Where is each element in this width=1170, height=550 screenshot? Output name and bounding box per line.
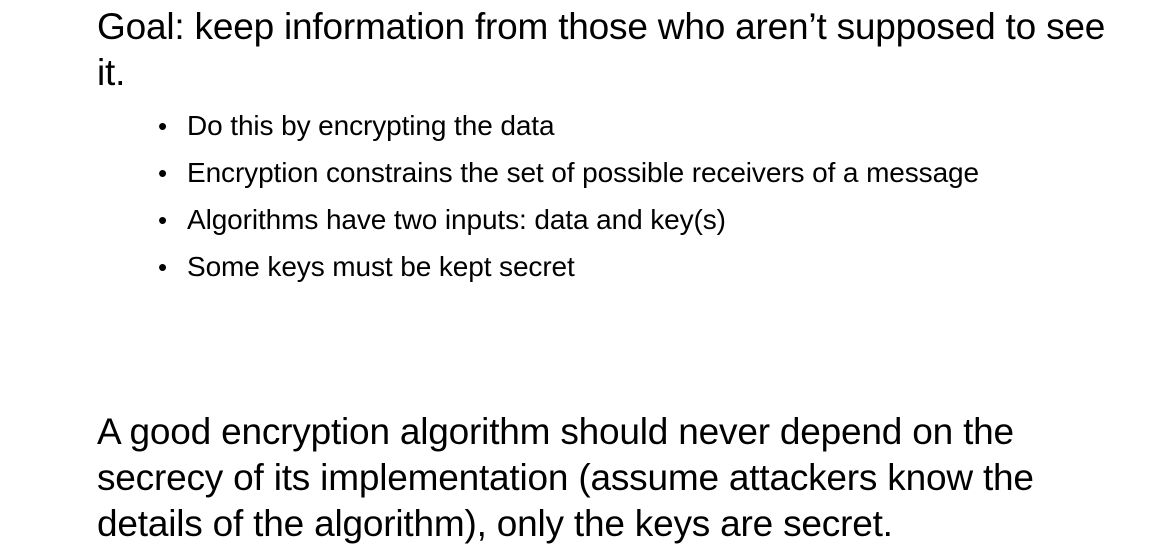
conclusion-statement: A good encryption algorithm should never…	[97, 411, 1034, 544]
slide-canvas: Goal: keep information from those who ar…	[0, 0, 1170, 550]
bullet-item: • Do this by encrypting the data	[158, 106, 1060, 146]
bullet-marker: •	[158, 252, 168, 282]
bullet-item: • Some keys must be kept secret	[158, 247, 1060, 287]
bullet-text: Some keys must be kept secret	[187, 251, 575, 282]
goal-statement: Goal: keep information from those who ar…	[97, 6, 1106, 93]
bullet-text: Algorithms have two inputs: data and key…	[187, 204, 726, 235]
bullet-item: • Encryption constrains the set of possi…	[158, 153, 1060, 193]
bullet-marker: •	[158, 111, 168, 141]
bullet-list: • Do this by encrypting the data • Encry…	[158, 106, 1060, 294]
bullet-item: • Algorithms have two inputs: data and k…	[158, 200, 1060, 240]
bullet-text: Do this by encrypting the data	[187, 110, 555, 141]
bullet-marker: •	[158, 158, 168, 188]
bullet-marker: •	[158, 205, 168, 235]
bullet-text: Encryption constrains the set of possibl…	[187, 157, 979, 188]
